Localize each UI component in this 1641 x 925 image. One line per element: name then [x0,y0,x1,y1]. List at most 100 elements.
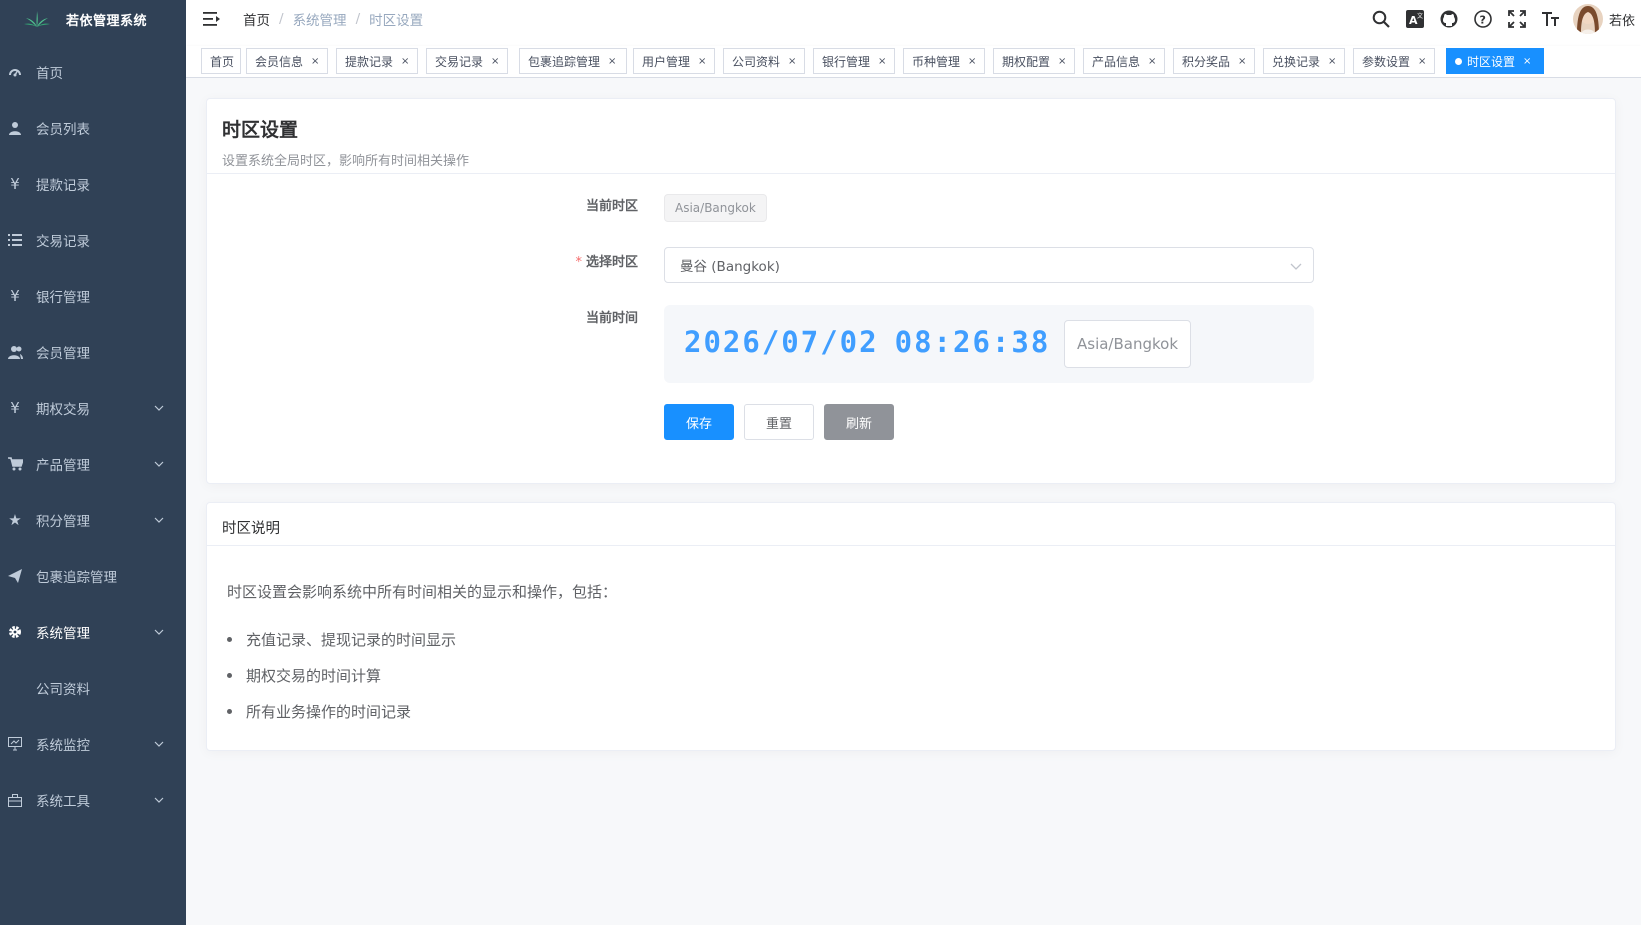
sidebar-item-tools[interactable]: 系统工具 [0,772,186,828]
sidebar-item-member-list[interactable]: 会员列表 [0,100,186,156]
tag-user-management[interactable]: 用户管理 × [633,48,715,74]
description-title: 时区说明 [222,521,280,537]
chevron-down-icon [1290,263,1302,270]
chevron-up-icon [154,629,164,635]
sidebar-item-system[interactable]: 系统管理 [0,604,186,660]
tag-product-info[interactable]: 产品信息 × [1083,48,1165,74]
fullscreen-icon[interactable] [1507,9,1527,29]
sidebar-item-label: 提款记录 [36,178,90,194]
sidebar-item-withdrawals[interactable]: ¥ 提款记录 [0,156,186,212]
breadcrumb-system: 系统管理 [292,13,347,29]
close-icon[interactable]: × [878,56,886,67]
tag-parcel-tracking[interactable]: 包裹追踪管理 × [519,48,627,74]
navbar-actions: A文 ? 若依 [1357,0,1641,38]
hamburger-icon[interactable] [203,11,221,27]
tag-company-info[interactable]: 公司资料 × [723,48,805,74]
close-icon[interactable]: × [1058,56,1066,67]
description-list: 充值记录、提现记录的时间显示 期权交易的时间计算 所有业务操作的时间记录 [227,621,456,729]
close-icon[interactable]: × [698,56,706,67]
tag-withdrawals[interactable]: 提款记录 × [336,48,418,74]
sidebar: 若依管理系统 首页 会员列表 ¥ 提款记录 交易记录 ¥ 银行管理 会员管理 ¥… [0,0,186,925]
tag-label: 积分奖品 [1182,54,1231,69]
tag-member-info[interactable]: 会员信息 × [246,48,328,74]
tag-label: 提款记录 [345,54,394,69]
close-icon[interactable]: × [401,56,409,67]
sidebar-item-company-info[interactable]: 公司资料 [0,660,186,716]
list-item: 所有业务操作的时间记录 [227,693,456,729]
translate-icon[interactable]: A文 [1405,9,1425,29]
list-item: 充值记录、提现记录的时间显示 [227,621,456,657]
tag-point-prizes[interactable]: 积分奖品 × [1173,48,1255,74]
tag-parameters[interactable]: 参数设置 × [1353,48,1435,74]
close-icon[interactable]: × [491,56,499,67]
page-title: 时区设置 [222,119,299,141]
current-zone-label: 当前时区 [585,199,638,214]
current-zone-tag: Asia/Bangkok [664,194,767,222]
chevron-down-icon [154,741,164,747]
peoples-icon [6,343,24,361]
sidebar-logo[interactable]: 若依管理系统 [0,0,186,38]
breadcrumb: 首页 / 系统管理 / 时区设置 [243,9,423,29]
description-intro: 时区设置会影响系统中所有时间相关的显示和操作，包括： [227,583,618,601]
sidebar-item-options[interactable]: ¥ 期权交易 [0,380,186,436]
current-time-panel: 2026/07/02 08:26:38 Asia/Bangkok [664,305,1314,383]
tag-option-config[interactable]: 期权配置 × [993,48,1075,74]
sidebar-item-transactions[interactable]: 交易记录 [0,212,186,268]
cart-icon [6,455,24,473]
sidebar-item-label: 银行管理 [36,290,90,306]
tag-label: 包裹追踪管理 [528,54,601,69]
sidebar-item-label: 交易记录 [36,234,90,250]
sidebar-item-bank[interactable]: ¥ 银行管理 [0,268,186,324]
close-icon[interactable]: × [788,56,796,67]
yen-icon: ¥ [10,287,20,305]
close-icon[interactable]: × [1328,56,1336,67]
timezone-select[interactable]: 曼谷 (Bangkok) [664,247,1314,283]
tag-bank[interactable]: 银行管理 × [813,48,895,74]
refresh-button[interactable]: 刷新 [824,404,894,440]
close-icon[interactable]: × [968,56,976,67]
github-icon[interactable] [1439,9,1459,29]
close-icon[interactable]: × [608,56,616,67]
save-button[interactable]: 保存 [664,404,734,440]
svg-text:文: 文 [1417,12,1423,20]
close-icon[interactable]: × [1418,56,1426,67]
sidebar-item-label: 产品管理 [36,458,90,474]
tag-transactions[interactable]: 交易记录 × [426,48,508,74]
timezone-settings-card: 时区设置 设置系统全局时区，影响所有时间相关操作 当前时区 Asia/Bangk… [206,98,1616,484]
reset-button[interactable]: 重置 [744,404,814,440]
sidebar-item-label: 会员列表 [36,122,90,138]
user-name[interactable]: 若依 [1609,10,1635,29]
page-subtitle: 设置系统全局时区，影响所有时间相关操作 [222,154,470,169]
breadcrumb-home[interactable]: 首页 [243,9,270,29]
yen-icon: ¥ [10,399,20,417]
current-time-label: 当前时间 [585,311,638,326]
sidebar-item-monitor[interactable]: 系统监控 [0,716,186,772]
tag-redemptions[interactable]: 兑换记录 × [1263,48,1345,74]
close-icon[interactable]: × [1148,56,1156,67]
sidebar-item-products[interactable]: 产品管理 [0,436,186,492]
gear-icon [6,623,24,641]
timezone-description-card: 时区说明 时区设置会影响系统中所有时间相关的显示和操作，包括： 充值记录、提现记… [206,502,1616,751]
sidebar-item-parcel-tracking[interactable]: 包裹追踪管理 [0,548,186,604]
active-dot-icon [1455,57,1462,65]
close-icon[interactable]: × [1523,56,1531,67]
help-icon[interactable]: ? [1473,9,1493,29]
close-icon[interactable]: × [311,56,319,67]
tag-timezone[interactable]: 时区设置 × [1446,48,1544,74]
sidebar-item-label: 积分管理 [36,514,90,530]
sidebar-item-members[interactable]: 会员管理 [0,324,186,380]
sidebar-item-home[interactable]: 首页 [0,44,186,100]
app-title: 若依管理系统 [66,13,148,29]
sidebar-item-label: 会员管理 [36,346,90,362]
star-icon: ★ [8,511,22,529]
sidebar-item-points[interactable]: ★ 积分管理 [0,492,186,548]
font-size-icon[interactable] [1541,9,1561,29]
tag-currency[interactable]: 币种管理 × [903,48,985,74]
search-icon[interactable] [1371,9,1391,29]
timezone-select-value: 曼谷 (Bangkok) [680,259,780,275]
tag-home[interactable]: 首页 [201,48,241,74]
close-icon[interactable]: × [1238,56,1246,67]
svg-text:?: ? [1479,14,1485,27]
top-navbar: 首页 / 系统管理 / 时区设置 A文 ? 若依 [186,0,1641,38]
avatar[interactable] [1572,4,1603,34]
